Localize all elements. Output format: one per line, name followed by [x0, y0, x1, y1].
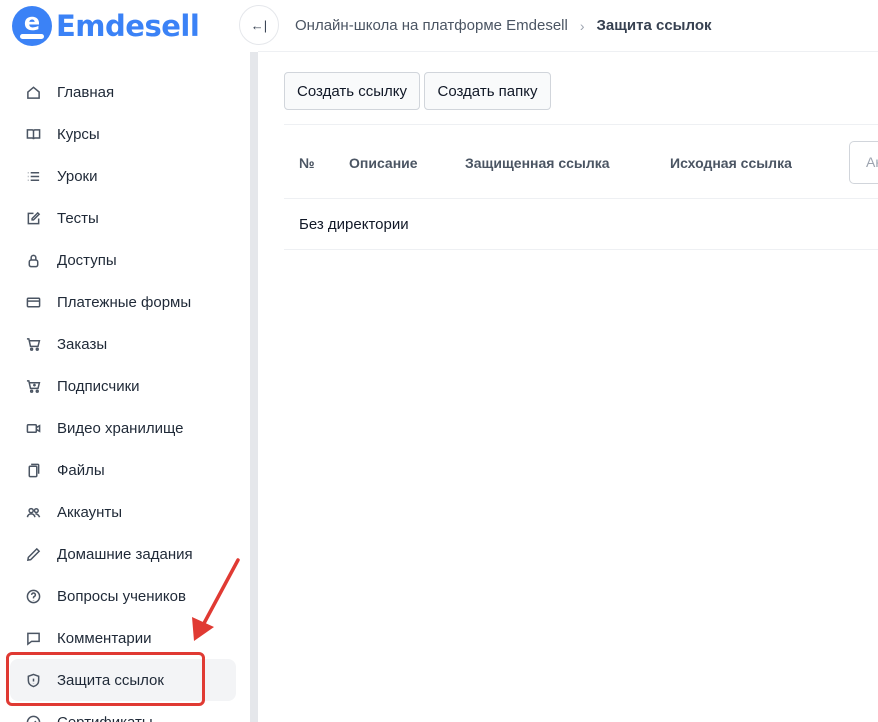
sidebar-item-label: Домашние задания: [57, 545, 193, 563]
annotation-arrow-icon: [192, 558, 240, 641]
sidebar-item-label: Курсы: [57, 125, 100, 143]
logo[interactable]: e Emdesell: [12, 6, 200, 46]
folder-label: Без директории: [299, 216, 409, 233]
main-content: Создать ссылку Создать папку № Описание …: [258, 52, 878, 722]
book-icon: [24, 125, 42, 143]
sidebar-scrollbar[interactable]: [250, 52, 258, 722]
create-folder-button[interactable]: Создать папку: [424, 72, 551, 110]
sidebar-item-label: Комментарии: [57, 629, 152, 647]
lock-icon: [24, 251, 42, 269]
sidebar-item-label: Аккаунты: [57, 503, 123, 521]
collapse-sidebar-button[interactable]: ←|: [239, 5, 279, 45]
sidebar-item-video-storage[interactable]: Видео хранилище: [10, 407, 236, 449]
comment-icon: [24, 629, 42, 647]
sidebar-item-label: Главная: [57, 83, 115, 101]
breadcrumb: Онлайн-школа на платформе Emdesell › Защ…: [295, 17, 711, 34]
sidebar-item-label: Тесты: [57, 209, 99, 227]
sidebar-item-label: Подписчики: [57, 377, 140, 395]
sidebar-item-label: Платежные формы: [57, 293, 192, 311]
table-search-input[interactable]: Ан: [849, 141, 878, 184]
sidebar-item-label: Вопросы учеников: [57, 587, 186, 605]
logo-text: Emdesell: [56, 9, 200, 43]
table-header: № Описание Защищенная ссылка Исходная сс…: [284, 124, 878, 199]
create-link-button[interactable]: Создать ссылку: [284, 72, 420, 110]
sidebar-item-accounts[interactable]: Аккаунты: [10, 491, 236, 533]
home-icon: [24, 83, 42, 101]
cart-plus-icon: [24, 377, 42, 395]
edit-icon: [24, 209, 42, 227]
sidebar-item-subscribers[interactable]: Подписчики: [10, 365, 236, 407]
sidebar-item-orders[interactable]: Заказы: [10, 323, 236, 365]
breadcrumb-current: Защита ссылок: [596, 17, 712, 34]
collapse-icon: ←|: [250, 17, 268, 33]
column-header-protected-link: Защищенная ссылка: [465, 155, 610, 171]
topbar: Онлайн-школа на платформе Emdesell › Защ…: [258, 0, 878, 52]
column-header-number: №: [299, 155, 315, 171]
sidebar-item-tests[interactable]: Тесты: [10, 197, 236, 239]
list-icon: [24, 167, 42, 185]
sidebar-item-courses[interactable]: Курсы: [10, 113, 236, 155]
video-icon: [24, 419, 42, 437]
cart-icon: [24, 335, 42, 353]
breadcrumb-parent-link[interactable]: Онлайн-школа на платформе Emdesell: [295, 17, 568, 34]
logo-badge-icon: e: [12, 6, 52, 46]
question-icon: [24, 587, 42, 605]
sidebar-item-files[interactable]: Файлы: [10, 449, 236, 491]
sidebar-item-label: Доступы: [57, 251, 117, 269]
column-header-description: Описание: [349, 155, 418, 171]
table-row[interactable]: Без директории: [284, 199, 878, 250]
files-icon: [24, 461, 42, 479]
users-icon: [24, 503, 42, 521]
pencil-icon: [24, 545, 42, 563]
sidebar-item-label: Уроки: [57, 167, 98, 185]
sidebar-item-access[interactable]: Доступы: [10, 239, 236, 281]
sidebar-item-label: Видео хранилище: [57, 419, 184, 437]
sidebar-item-label: Файлы: [57, 461, 105, 479]
breadcrumb-separator-icon: ›: [579, 17, 585, 34]
sidebar-item-label: Сертификаты: [57, 713, 153, 722]
annotation-highlight-box: [6, 652, 205, 706]
sidebar-item-payment-forms[interactable]: Платежные формы: [10, 281, 236, 323]
logo-letter: e: [23, 8, 41, 36]
sidebar-item-lessons[interactable]: Уроки: [10, 155, 236, 197]
column-header-source-link: Исходная ссылка: [670, 155, 792, 171]
certificate-icon: [24, 713, 42, 722]
credit-card-icon: [24, 293, 42, 311]
sidebar-item-label: Заказы: [57, 335, 108, 353]
sidebar-item-home[interactable]: Главная: [10, 71, 236, 113]
